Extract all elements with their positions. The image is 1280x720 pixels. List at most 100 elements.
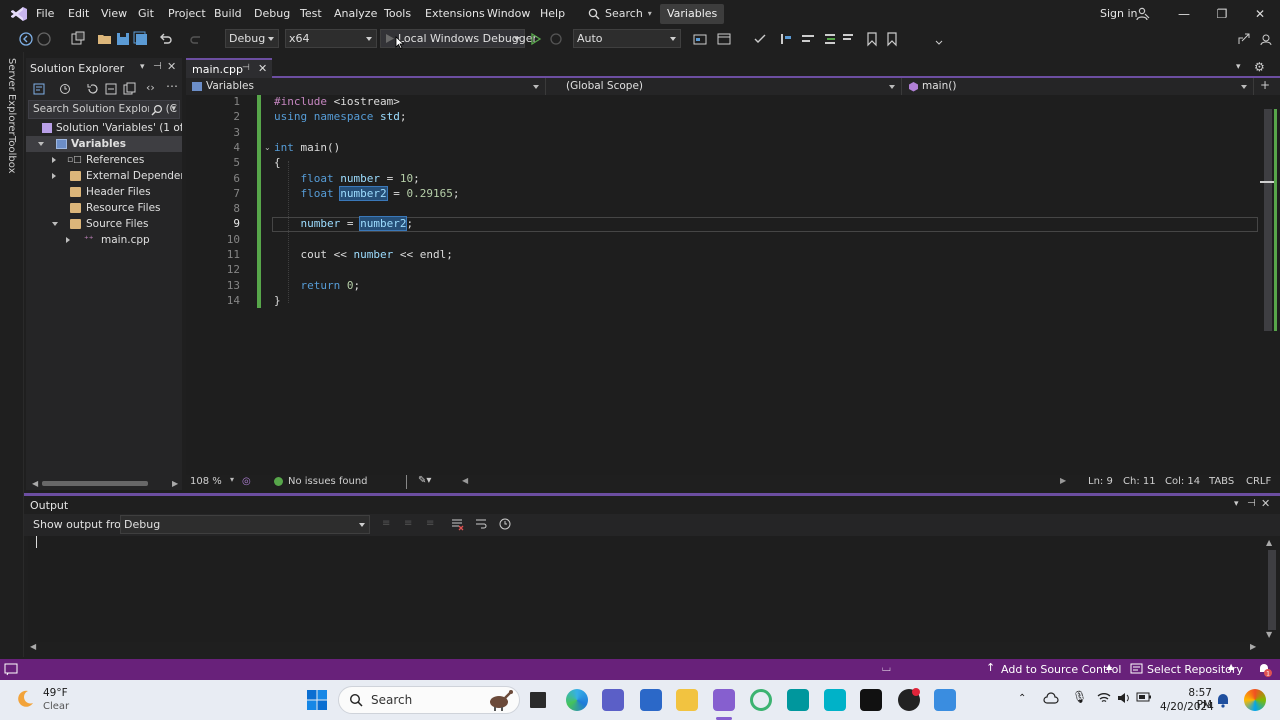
code-line[interactable]: float number = 10; xyxy=(274,172,420,185)
code-line[interactable]: cout << number << endl; xyxy=(274,248,452,261)
weather-temperature[interactable]: 49°F xyxy=(43,687,68,699)
comment-icon[interactable] xyxy=(822,31,838,47)
taskbar-search-box[interactable]: Search xyxy=(338,686,520,714)
code-line[interactable]: return 0; xyxy=(274,279,361,292)
server-explorer-tab[interactable]: Server Explorer xyxy=(6,58,17,136)
volume-icon[interactable] xyxy=(1116,691,1130,705)
show-all-files-icon[interactable] xyxy=(122,82,136,96)
collapse-region-icon[interactable]: ⌄ xyxy=(264,143,271,152)
scroll-left-icon[interactable]: ◀ xyxy=(30,642,36,651)
open-folder-icon[interactable] xyxy=(97,31,113,47)
split-editor-icon[interactable]: + xyxy=(1260,78,1270,92)
task-view-icon[interactable] xyxy=(530,692,546,708)
forward-navigation-icon[interactable] xyxy=(36,31,52,47)
expand-chevron-icon[interactable] xyxy=(38,142,44,146)
tree-item-solution[interactable]: Solution 'Variables' (1 of 1 pr xyxy=(26,120,182,136)
sign-in-link[interactable]: Sign in xyxy=(1100,7,1138,20)
expand-chevron-icon[interactable] xyxy=(66,237,70,243)
layout-icon[interactable] xyxy=(716,31,732,47)
canva-icon[interactable] xyxy=(824,689,846,711)
code-editor[interactable]: 1 2 3 4 5 6 7 8 9 10 11 12 13 14 ⌄ #incl… xyxy=(186,95,1280,475)
code-line[interactable]: } xyxy=(274,294,281,307)
onedrive-cloud-icon[interactable] xyxy=(1043,692,1059,704)
chevron-up-icon[interactable]: ▲ xyxy=(1106,662,1112,671)
output-source-dropdown[interactable]: Debug xyxy=(120,515,370,534)
scroll-left-icon[interactable]: ◀ xyxy=(462,476,468,485)
word-wrap-icon[interactable] xyxy=(474,517,488,531)
scroll-right-icon[interactable]: ▶ xyxy=(172,479,178,488)
scrollbar-thumb[interactable] xyxy=(1264,109,1272,331)
teams-icon[interactable] xyxy=(602,689,624,711)
expand-chevron-icon[interactable] xyxy=(52,222,58,226)
undo-icon[interactable] xyxy=(158,31,174,47)
weather-moon-icon[interactable] xyxy=(14,688,36,710)
copilot-icon[interactable]: ◎ xyxy=(242,476,251,487)
scroll-down-icon[interactable]: ▼ xyxy=(1266,630,1272,639)
column-indicator[interactable]: Col: 14 xyxy=(1165,476,1200,487)
arduino-icon[interactable] xyxy=(787,689,809,711)
scrollbar-thumb[interactable] xyxy=(42,481,148,486)
scroll-left-icon[interactable]: ◀ xyxy=(32,479,38,488)
clear-all-icon[interactable] xyxy=(450,517,464,531)
output-text-area[interactable] xyxy=(28,536,1260,642)
menu-help[interactable]: Help xyxy=(540,7,565,20)
tree-item-source-files[interactable]: Source Files xyxy=(26,216,182,232)
new-project-icon[interactable] xyxy=(70,31,86,47)
line-indicator[interactable]: Ln: 9 xyxy=(1088,476,1113,487)
line-ending[interactable]: CRLF xyxy=(1246,476,1271,487)
close-panel-icon[interactable]: ✕ xyxy=(1261,497,1270,510)
pin-icon[interactable]: ⊣ xyxy=(1247,498,1256,509)
auto-dropdown[interactable]: Auto xyxy=(573,29,681,48)
code-cleanup-brush-icon[interactable]: ✎▾ xyxy=(418,475,431,486)
tree-item-header-files[interactable]: Header Files xyxy=(26,184,182,200)
copilot-taskbar-icon[interactable] xyxy=(1244,689,1266,711)
hot-reload-icon[interactable] xyxy=(548,31,564,47)
save-icon[interactable] xyxy=(115,31,131,47)
tree-item-external-dependencies[interactable]: External Dependencie xyxy=(26,168,182,184)
tree-item-references[interactable]: ▫□ References xyxy=(26,152,182,168)
tree-item-project[interactable]: Variables xyxy=(26,136,182,152)
bookmark-next-icon[interactable] xyxy=(884,31,900,47)
menu-git[interactable]: Git xyxy=(138,7,154,20)
edge-browser-icon[interactable] xyxy=(566,689,588,711)
redo-icon[interactable] xyxy=(188,31,204,47)
tab-list-chevron-icon[interactable]: ▾ xyxy=(1236,62,1241,72)
file-explorer-icon[interactable] xyxy=(676,689,698,711)
expand-chevron-icon[interactable] xyxy=(52,157,56,163)
uncomment-icon[interactable] xyxy=(840,31,856,47)
code-view-icon[interactable]: ‹› xyxy=(146,81,155,94)
find-message-icon[interactable]: ≡ xyxy=(382,518,390,529)
back-navigation-icon[interactable] xyxy=(18,31,34,47)
vertical-scrollbar[interactable] xyxy=(1258,95,1280,475)
collapse-all-icon[interactable] xyxy=(104,82,118,96)
tree-item-main-cpp[interactable]: ⁺⁺ main.cpp xyxy=(26,232,182,248)
chevron-up-icon[interactable]: ▲ xyxy=(1228,662,1234,671)
visual-studio-taskbar-icon[interactable] xyxy=(713,689,735,711)
scroll-right-icon[interactable]: ▶ xyxy=(1060,476,1066,485)
solution-explorer-search[interactable]: Search Solution Explorer (C ▾ xyxy=(28,100,180,119)
wifi-icon[interactable] xyxy=(1097,692,1111,704)
expand-chevron-icon[interactable] xyxy=(52,173,56,179)
menu-window[interactable]: Window xyxy=(487,7,530,20)
visual-studio-logo-icon[interactable] xyxy=(10,6,28,22)
code-line[interactable]: using namespace std; xyxy=(274,110,406,123)
zoom-chevron-icon[interactable]: ▾ xyxy=(230,475,234,484)
zoom-level[interactable]: 108 % xyxy=(190,476,222,487)
toolbox-tab[interactable]: Toolbox xyxy=(6,136,17,174)
platform-dropdown[interactable]: x64 xyxy=(285,29,377,48)
notification-bell-icon[interactable]: 1 xyxy=(1256,661,1272,677)
windows-start-icon[interactable] xyxy=(306,689,328,711)
loading-app-icon[interactable] xyxy=(750,689,772,711)
tree-item-resource-files[interactable]: Resource Files xyxy=(26,200,182,216)
microsoft-store-icon[interactable] xyxy=(640,689,662,711)
search-options-chevron-icon[interactable]: ▾ xyxy=(171,101,176,118)
next-message-icon[interactable]: ≡ xyxy=(404,518,412,529)
menu-project[interactable]: Project xyxy=(168,7,206,20)
notepad-icon[interactable] xyxy=(934,689,956,711)
horizontal-scrollbar[interactable]: ◀ ▶ xyxy=(26,476,182,490)
clock-date[interactable]: 4/20/2024 xyxy=(1160,701,1214,713)
settings-gear-icon[interactable]: ⚙ xyxy=(1254,60,1265,74)
pin-icon[interactable]: ⊣ xyxy=(153,61,162,72)
battery-icon[interactable] xyxy=(1136,691,1152,703)
function-navigation-dropdown[interactable]: main() xyxy=(902,78,1254,95)
